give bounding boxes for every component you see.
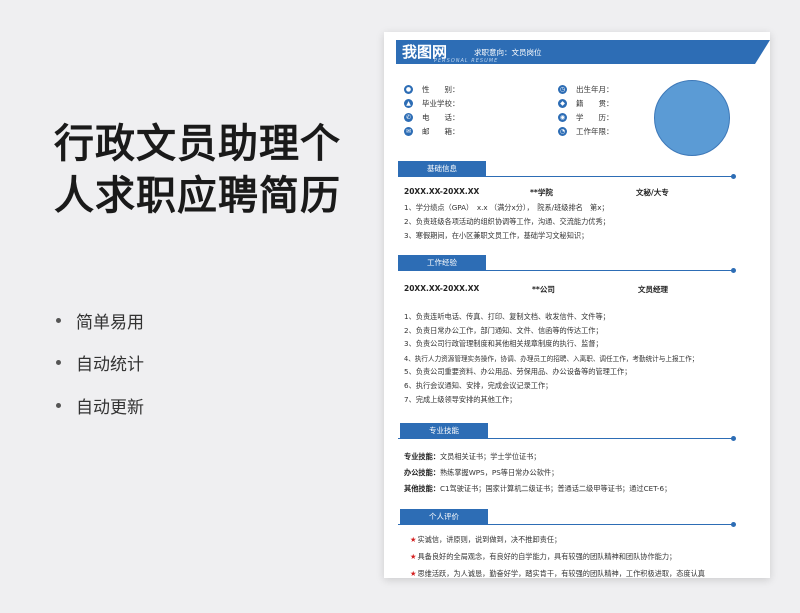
skill-row: 其他技能：C1驾驶证书；国家计算机二级证书；普通话二级甲等证书；通过CET-6； — [404, 484, 672, 493]
evaluation-item: ★实诚信，讲原则，说到做到，决不推卸责任； — [410, 535, 562, 544]
section-tab-evaluation: 个人评价 — [400, 509, 488, 524]
bullet-icon — [56, 402, 61, 408]
section-divider — [398, 174, 736, 179]
promo-title-line2: 人求职应聘简历 — [54, 173, 341, 219]
work-item: 5、负责公司重要资料、办公用品、劳保用品、办公设备等的管理工作； — [404, 367, 632, 376]
photo-placeholder — [654, 80, 730, 156]
promo-title: 行政文员助理个 人求职应聘简历 — [54, 118, 341, 222]
divider-dot-icon — [731, 268, 736, 273]
section-divider — [398, 268, 736, 273]
degree-icon: ◉ — [558, 113, 567, 122]
promo-title-line1: 行政文员助理个 — [54, 121, 341, 167]
feature-list: 简单易用 自动统计 自动更新 — [56, 310, 144, 438]
bullet-icon — [56, 360, 61, 365]
education-item: 3、寒假期间，在小区兼职文员工作，基础学习文秘知识； — [404, 231, 589, 240]
info-gender: ● 性 别： — [404, 85, 460, 94]
section-tab-basic: 基础信息 — [398, 161, 486, 176]
section-tab-skills: 专业技能 — [400, 423, 488, 438]
work-item: 7、完成上级领导安排的其他工作； — [404, 395, 517, 404]
phone-icon: ✆ — [404, 113, 413, 122]
star-icon: ★ — [410, 569, 417, 578]
evaluation-item: ★具备良好的全局观念，有良好的自学能力，具有较强的团队精神和团队协作能力； — [410, 552, 677, 561]
work-item: 2、负责日常办公工作，部门通知、文件、信函等的传达工作； — [404, 326, 603, 335]
info-hometown: ◆ 籍 贯： — [558, 98, 614, 109]
info-school: ▲ 毕业学校： — [404, 98, 460, 109]
work-item: 1、负责连听电话、传真、打印、复制文档、收发信件、文件等； — [404, 312, 610, 321]
section-tab-work: 工作经验 — [398, 255, 486, 270]
feature-item: 自动更新 — [56, 395, 144, 418]
skill-row: 专业技能：文员相关证书；学士学位证书； — [404, 452, 541, 461]
work-item: 6、执行会议通知、安排，完成会议记录工作； — [404, 381, 553, 390]
work-item: 4、执行人力资源管理实务操作，协调、办理员工的招聘、入离职、调任工作，考勤统计与… — [404, 355, 699, 363]
mail-icon: ✉ — [404, 127, 413, 136]
info-degree: ◉ 学 历： — [558, 113, 614, 122]
feature-item: 简单易用 — [56, 310, 144, 333]
section-divider — [398, 436, 736, 441]
location-icon: ◆ — [558, 99, 567, 108]
star-icon: ★ — [410, 535, 417, 544]
clock-icon: ◔ — [558, 127, 567, 136]
info-email: ✉ 邮 箱： — [404, 127, 460, 136]
work-item: 3、负责公司行政管理制度和其他相关规章制度的执行、监督； — [404, 339, 603, 348]
school-icon: ▲ — [404, 99, 413, 108]
info-experience: ◔ 工作年限： — [558, 127, 614, 136]
education-item: 2、负责班级各项活动的组织协调等工作，沟通、交流能力优秀； — [404, 217, 610, 226]
skill-row: 办公技能：熟练掌握WPS，PS等日常办公软件； — [404, 468, 559, 477]
divider-dot-icon — [731, 174, 736, 179]
job-intent: 求职意向：文员岗位 — [474, 48, 542, 57]
bullet-icon — [56, 317, 61, 323]
resume-page: 我图网 PERSONAL RESUME 求职意向：文员岗位 ● 性 别： ▲ 毕业学… — [384, 32, 770, 578]
divider-dot-icon — [731, 436, 736, 441]
evaluation-item: ★思维活跃，为人诚恳，勤奋好学，踏实肯干，有较强的团队精神，工作积极进取，态度认… — [410, 569, 705, 578]
info-birth: ◷ 出生年月： — [558, 85, 614, 94]
info-phone: ✆ 电 话： — [404, 113, 460, 122]
user-icon: ● — [404, 85, 413, 94]
logo-subtitle: PERSONAL RESUME — [434, 58, 499, 64]
section-divider — [398, 522, 736, 527]
feature-item: 自动统计 — [56, 353, 144, 375]
calendar-icon: ◷ — [558, 85, 567, 94]
star-icon: ★ — [410, 552, 417, 561]
education-item: 1、学分绩点（GPA） x.x （满分x分）， 院系/班级排名 第x； — [404, 203, 609, 212]
divider-dot-icon — [731, 522, 736, 527]
